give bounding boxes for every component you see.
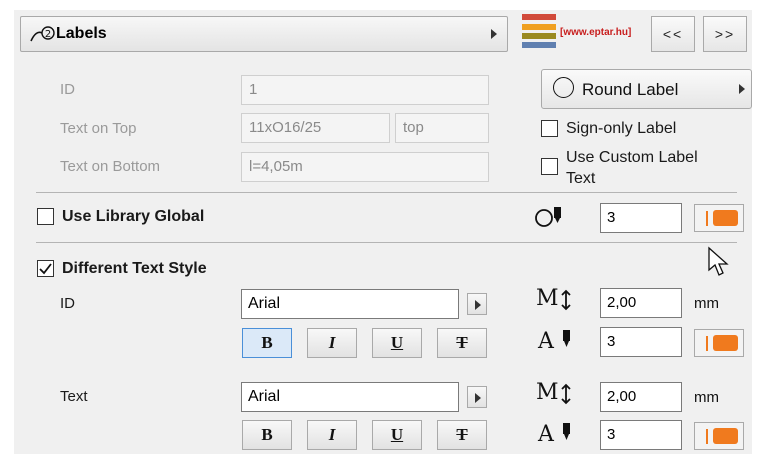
label-tool-icon: 2 (30, 26, 55, 42)
next-button[interactable]: >> (703, 16, 747, 52)
text-pen-nib-icon (563, 330, 570, 347)
eptar-logo: [www.eptar.hu] (520, 14, 638, 54)
round-label-text: Round Label (582, 80, 679, 99)
text-pen-field[interactable]: 3 (600, 420, 682, 450)
id-strikethrough-button[interactable]: T (437, 328, 487, 358)
brand-text: [www.eptar.hu] (560, 27, 632, 38)
separator-middle (36, 242, 737, 243)
mouse-cursor-icon (708, 246, 729, 276)
text-on-bottom-field[interactable]: l=4,05m (241, 152, 489, 182)
id-size-field[interactable]: 2,00 (600, 288, 682, 318)
id-field[interactable]: 1 (241, 75, 489, 105)
custom-label-text-line2: Text (566, 170, 596, 187)
text-font-arrow-icon (475, 393, 481, 403)
pen-mark (706, 336, 708, 351)
library-pen-color-button[interactable] (694, 204, 744, 232)
text-size-icon: M (536, 286, 559, 311)
text-size-arrow-icon (561, 383, 571, 405)
text-size-unit: mm (694, 389, 719, 406)
header-expand-icon (491, 29, 497, 39)
text-pen-icon: A (538, 329, 554, 354)
separator-top (36, 192, 737, 193)
style-id-label: ID (60, 295, 75, 312)
marker-pen-icon (535, 207, 561, 227)
round-shape-icon (553, 77, 574, 98)
style-text-label: Text (60, 388, 88, 405)
id-italic-button[interactable]: I (307, 328, 357, 358)
text-bold-button[interactable]: B (242, 420, 292, 450)
text-size-arrow-icon (561, 289, 571, 311)
sign-only-checkbox[interactable] (541, 120, 558, 137)
pen-color-swatch (713, 428, 738, 444)
text-pen-color-button[interactable] (694, 422, 744, 450)
id-font-menu-button[interactable] (467, 293, 487, 315)
round-label-arrow-icon (739, 84, 745, 94)
id-pen-field[interactable]: 3 (600, 327, 682, 357)
text-strikethrough-button[interactable]: T (437, 420, 487, 450)
text-italic-button[interactable]: I (307, 420, 357, 450)
different-text-style-label: Different Text Style (62, 260, 207, 277)
header-title: Labels (56, 25, 107, 42)
different-text-style-checkbox[interactable] (37, 260, 54, 277)
text-size-icon: M (536, 380, 559, 405)
id-font-arrow-icon (475, 300, 481, 310)
text-on-top-position-field[interactable]: top (395, 113, 489, 143)
svg-text:2: 2 (45, 29, 51, 40)
previous-button[interactable]: << (651, 16, 695, 52)
use-library-global-label: Use Library Global (62, 208, 205, 225)
text-on-bottom-label: Text on Bottom (60, 158, 161, 175)
pen-color-swatch (713, 335, 738, 351)
text-pen-icon: A (538, 422, 554, 447)
library-pen-field[interactable]: 3 (600, 203, 682, 233)
id-size-unit: mm (694, 295, 719, 312)
pen-mark (706, 429, 708, 444)
id-bold-button[interactable]: B (242, 328, 292, 358)
id-pen-color-button[interactable] (694, 329, 744, 357)
use-library-global-checkbox[interactable] (37, 208, 54, 225)
pen-color-swatch (713, 210, 738, 226)
checkmark-icon (39, 263, 52, 275)
text-font-menu-button[interactable] (467, 386, 487, 408)
id-underline-button[interactable]: U (372, 328, 422, 358)
text-underline-button[interactable]: U (372, 420, 422, 450)
custom-label-text-line1: Use Custom Label (566, 149, 698, 166)
text-pen-nib-icon (563, 423, 570, 440)
text-on-top-label: Text on Top (60, 120, 137, 137)
sign-only-label: Sign-only Label (566, 120, 677, 137)
text-font-field[interactable]: Arial (241, 382, 459, 412)
custom-label-text-checkbox[interactable] (541, 158, 558, 175)
text-size-field[interactable]: 2,00 (600, 382, 682, 412)
text-on-top-field[interactable]: 11xO16/25 (241, 113, 390, 143)
id-font-field[interactable]: Arial (241, 289, 459, 319)
pen-mark (706, 211, 708, 226)
id-label: ID (60, 81, 75, 98)
